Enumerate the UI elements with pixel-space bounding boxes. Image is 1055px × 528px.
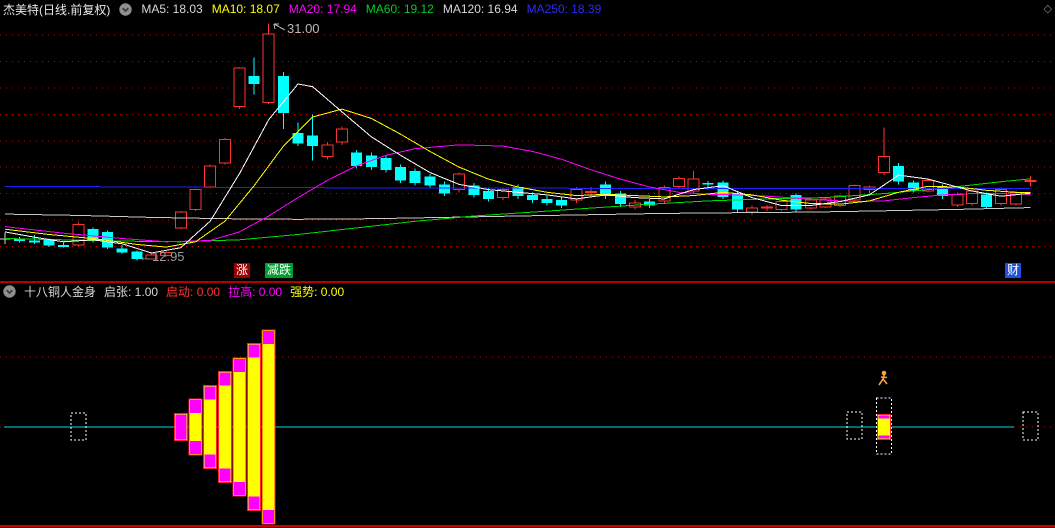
indicator-bar-cap-bottom [263, 510, 275, 523]
price-gridlines [0, 34, 1055, 247]
param-qidong: 启动: 0.00 [166, 285, 221, 299]
indicator-bar-cap-bottom [175, 427, 187, 440]
high-price-label: 31.00 [287, 21, 320, 36]
candle-body-down [732, 193, 743, 210]
indicator-bar-cap-bottom [233, 481, 245, 495]
indicator-header: 十八铜人金身 启张: 1.00 启动: 0.00 拉高: 0.00 强势: 0.… [0, 283, 1055, 300]
candle-body-down [409, 171, 421, 184]
person-head [881, 370, 887, 376]
candles [0, 23, 1037, 261]
candle-body-up [672, 177, 685, 187]
candle-body-up [965, 190, 978, 205]
ma250-readout: MA250: 18.39 [526, 2, 602, 16]
candle-body-down [351, 152, 363, 166]
ma10-readout: MA10: 18.07 [211, 2, 280, 16]
indicator-bar-cap-bottom [204, 454, 216, 468]
param-qiangshi: 强势: 0.00 [290, 285, 345, 299]
indicator-bar-cap-bottom [248, 496, 260, 510]
person-body [878, 374, 888, 386]
param-qizhang: 启张: 1.00 [104, 285, 159, 299]
low-price-label: ←12.95 [139, 249, 185, 262]
collapse-main-chart-icon[interactable] [119, 2, 133, 16]
candle-body-down [248, 76, 260, 85]
candle-body-up [262, 33, 275, 104]
trading-app-window: 杰美特(日线.前复权) MA5: 18.03 MA10: 18.07 MA20:… [0, 0, 1055, 528]
ma-line-MA5 [4, 83, 1031, 254]
candle-body-up [335, 128, 348, 143]
candle-body-down [526, 194, 538, 201]
candle-body-down [43, 239, 55, 246]
indicator-bar-cap-top [189, 399, 201, 413]
candle-body-down [292, 132, 304, 144]
candle-body-down [365, 155, 377, 168]
ma-lines [4, 83, 1031, 254]
indicator-bar [247, 343, 262, 511]
candle-body-up [804, 199, 817, 209]
candle-body-down [702, 183, 714, 185]
candle-body-up [233, 67, 246, 107]
candle-body-down [424, 176, 436, 186]
candlestick-chart[interactable]: 31.00 ←12.95 [0, 18, 1055, 262]
candle-body-down [439, 184, 450, 194]
indicator-bar-cap-top [175, 414, 187, 427]
candle-body-down [277, 76, 289, 114]
candle-body-up [585, 191, 597, 194]
indicator-bar-cap-top [233, 359, 245, 373]
param-lagao: 拉高: 0.00 [228, 285, 283, 299]
indicator-panel[interactable] [0, 300, 1055, 528]
candle-body-up [453, 173, 466, 191]
indicator-bar [232, 357, 247, 497]
candle-body-down [307, 135, 319, 147]
indicator-bar-cap-top [204, 386, 216, 400]
candle-body-up [174, 211, 187, 229]
ma-line-MA10 [4, 108, 1031, 248]
indicator-bar-cap-bottom [878, 435, 890, 439]
candle-body-down [58, 245, 70, 248]
cai-button[interactable]: 财 [1005, 263, 1022, 278]
ma20-readout: MA20: 17.94 [288, 2, 357, 16]
candle-body-up [189, 189, 202, 210]
signal-box[interactable] [846, 411, 863, 440]
candle-body-up [760, 206, 773, 209]
indicator-bar [261, 329, 276, 525]
indicator-bar-cap-bottom [189, 441, 201, 455]
ma5-readout: MA5: 18.03 [141, 2, 203, 16]
indicator-bar-cap-top [248, 344, 260, 358]
ma60-readout: MA60: 19.12 [365, 2, 434, 16]
corner-diamond-icon[interactable]: ◇ [1044, 2, 1052, 15]
candle-body-up [218, 138, 231, 164]
ma120-readout: MA120: 16.94 [442, 2, 518, 16]
indicator-bar-cap-bottom [219, 468, 231, 482]
indicator-bar-cap-top [878, 415, 890, 419]
candle-body-up [951, 193, 964, 206]
candle-body-down [893, 165, 905, 182]
candle-body-up [321, 144, 334, 158]
candle-body-down [981, 194, 993, 207]
indicator-bar-cap-top [219, 372, 231, 386]
candle-body-up [746, 207, 759, 213]
person-icon [878, 370, 888, 386]
candle-body-down [556, 200, 568, 206]
zhang-button[interactable]: 涨 [234, 263, 251, 278]
jiandie-button[interactable]: 减跌 [265, 263, 294, 278]
candle-body-down [28, 240, 40, 243]
candle-body-down [14, 239, 26, 242]
candle-body-up [878, 156, 890, 173]
chart-title-bar: 杰美特(日线.前复权) MA5: 18.03 MA10: 18.07 MA20:… [0, 0, 1055, 18]
panel-divider: 涨 减跌 财 [0, 262, 1055, 283]
candle-body-down [482, 190, 494, 199]
candle-body-down [395, 167, 407, 181]
indicator-bar [217, 371, 232, 483]
candle-body-up [1024, 179, 1037, 183]
signal-box[interactable] [1022, 411, 1039, 441]
symbol-period-title: 杰美特(日线.前复权) [3, 2, 111, 17]
candle-body-down [541, 198, 553, 203]
high-arrow [273, 23, 286, 31]
candle-body-down [116, 248, 128, 253]
collapse-indicator-icon[interactable] [3, 285, 16, 298]
indicator-name: 十八铜人金身 [24, 285, 97, 299]
candle-body-down [380, 157, 392, 170]
indicator-bar-cap-top [263, 331, 275, 344]
candle-body-up [204, 165, 217, 188]
